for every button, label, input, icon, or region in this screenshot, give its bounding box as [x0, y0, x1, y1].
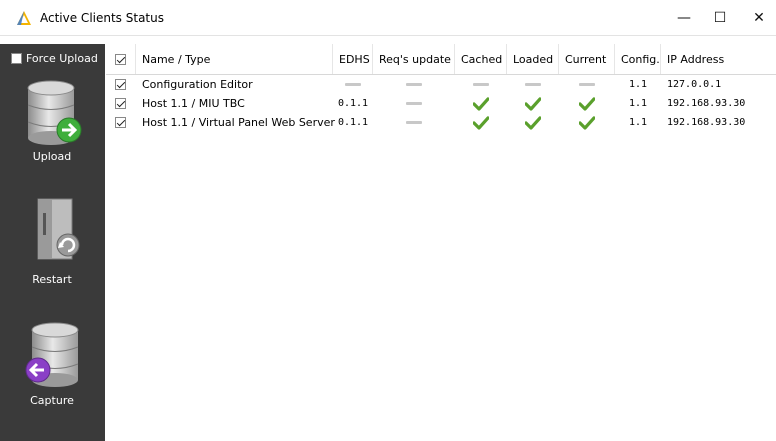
table-row[interactable]: Host 1.1 / MIU TBC 0.1.1 1.1 192.168.93.30: [106, 94, 776, 113]
app-logo-icon: [17, 11, 31, 25]
row-edhs: 0.1.1: [337, 98, 369, 109]
select-all-checkbox[interactable]: [106, 44, 136, 74]
row-cached-check-icon: [455, 113, 507, 132]
row-current-check-icon: [559, 94, 615, 113]
column-cached[interactable]: Cached: [455, 44, 507, 74]
force-upload-check[interactable]: [11, 52, 22, 64]
row-checkbox[interactable]: [115, 94, 126, 113]
row-cached-check-icon: [455, 94, 507, 113]
restart-label: Restart: [32, 273, 72, 286]
row-loaded-check-icon: [507, 113, 559, 132]
row-current-check-icon: [559, 113, 615, 132]
row-checkbox[interactable]: [115, 113, 126, 132]
title-bar: Active Clients Status — ☐ ✕: [0, 0, 776, 36]
row-reqs-update-dash-icon: [373, 113, 455, 132]
database-capture-icon: [25, 322, 79, 387]
row-config: 1.1: [628, 98, 648, 109]
table-row[interactable]: Host 1.1 / Virtual Panel Web Server 0.1.1…: [106, 113, 776, 132]
row-reqs-update-dash-icon: [373, 94, 455, 113]
row-edhs: 0.1.1: [337, 117, 369, 128]
row-edhs-dash-icon: [333, 75, 373, 94]
upload-button[interactable]: Upload: [6, 80, 98, 190]
row-config: 1.1: [628, 79, 648, 90]
row-cached-dash-icon: [455, 75, 507, 94]
active-clients-window: Active Clients Status — ☐ ✕ Force Upload…: [0, 0, 776, 441]
column-current[interactable]: Current: [559, 44, 615, 74]
capture-button[interactable]: Capture: [6, 322, 98, 432]
row-check[interactable]: [115, 79, 126, 90]
upload-label: Upload: [32, 150, 72, 163]
row-name: Host 1.1 / Virtual Panel Web Server: [142, 116, 335, 129]
column-config[interactable]: Config.: [615, 44, 661, 74]
force-upload-label: Force Upload: [26, 51, 98, 65]
row-current-dash-icon: [559, 75, 615, 94]
row-loaded-dash-icon: [507, 75, 559, 94]
row-loaded-check-icon: [507, 94, 559, 113]
column-ip-address[interactable]: IP Address: [661, 44, 776, 74]
row-config: 1.1: [628, 117, 648, 128]
row-reqs-update-dash-icon: [373, 75, 455, 94]
row-checkbox[interactable]: [115, 75, 126, 94]
column-edhs[interactable]: EDHS: [333, 44, 373, 74]
column-name-type[interactable]: Name / Type: [136, 44, 333, 74]
row-ip-address: 127.0.0.1: [667, 79, 722, 90]
row-check[interactable]: [115, 98, 126, 109]
column-loaded[interactable]: Loaded: [507, 44, 559, 74]
close-button[interactable]: ✕: [736, 0, 776, 35]
column-reqs-update[interactable]: Req's update: [373, 44, 455, 74]
row-check[interactable]: [115, 117, 126, 128]
capture-label: Capture: [30, 394, 74, 407]
row-name: Host 1.1 / MIU TBC: [142, 97, 245, 110]
database-upload-icon: [27, 80, 82, 145]
table-row[interactable]: Configuration Editor 1.1 127.0.0.1: [106, 75, 776, 94]
row-ip-address: 192.168.93.30: [667, 98, 746, 109]
force-upload-checkbox[interactable]: Force Upload: [11, 50, 103, 66]
select-all-check[interactable]: [115, 53, 126, 65]
row-ip-address: 192.168.93.30: [667, 117, 746, 128]
row-name: Configuration Editor: [142, 78, 253, 91]
table-header: Name / Type EDHS Req's update Cached Loa…: [106, 44, 776, 75]
window-title: Active Clients Status: [40, 11, 164, 25]
restart-button[interactable]: Restart: [6, 195, 98, 305]
server-restart-icon: [37, 198, 80, 260]
